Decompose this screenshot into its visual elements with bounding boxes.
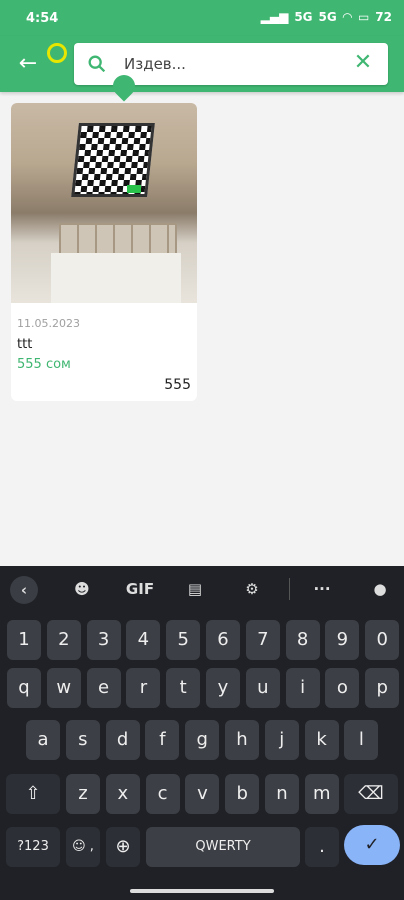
- key-3[interactable]: 3: [86, 620, 121, 660]
- key-n[interactable]: n: [265, 774, 299, 814]
- backspace-key[interactable]: ⌫: [344, 774, 398, 814]
- key-u[interactable]: u: [245, 668, 280, 708]
- gear-icon[interactable]: ⚙: [238, 576, 266, 602]
- network-label-1: 5G: [294, 10, 313, 24]
- wifi-icon: ◠: [342, 10, 352, 24]
- network-label-2: 5G: [318, 10, 337, 24]
- key-7[interactable]: 7: [245, 620, 280, 660]
- key-x[interactable]: x: [105, 774, 140, 814]
- microphone-icon[interactable]: ●: [366, 576, 394, 602]
- key-w[interactable]: w: [46, 668, 81, 708]
- key-g[interactable]: g: [185, 720, 220, 760]
- touch-indicator: [47, 43, 67, 63]
- key-a[interactable]: a: [26, 720, 60, 760]
- status-icons: ▂▄▆ 5G 5G ◠ ▭ 72: [261, 10, 392, 24]
- shift-key[interactable]: ⇧: [6, 774, 60, 814]
- clipboard-icon[interactable]: ▤: [181, 576, 209, 602]
- key-4[interactable]: 4: [126, 620, 161, 660]
- key-o[interactable]: o: [325, 668, 360, 708]
- search-icon: [88, 55, 106, 73]
- keyboard-toolbar: ‹ ☻ GIF ▤ ⚙ ··· ●: [0, 566, 404, 612]
- chevron-left-icon[interactable]: ‹: [10, 576, 38, 604]
- listing-date: 11.05.2023: [17, 317, 80, 330]
- listing-price: 555 сом: [17, 357, 71, 372]
- back-arrow-icon[interactable]: ←: [12, 48, 44, 80]
- toolbar-divider: [289, 578, 290, 600]
- key-h[interactable]: h: [225, 720, 259, 760]
- key-c[interactable]: c: [145, 774, 180, 814]
- key-d[interactable]: d: [105, 720, 140, 760]
- listing-title: ttt: [17, 337, 33, 352]
- globe-key[interactable]: ⊕: [106, 827, 140, 867]
- key-l[interactable]: l: [344, 720, 379, 760]
- sticker-icon[interactable]: ☻: [68, 576, 96, 602]
- status-time: 4:54: [26, 11, 59, 26]
- key-j[interactable]: j: [264, 720, 299, 760]
- signal-icon: ▂▄▆: [260, 10, 289, 24]
- key-e[interactable]: e: [86, 668, 121, 708]
- key-m[interactable]: m: [304, 774, 339, 814]
- key-0[interactable]: 0: [365, 620, 400, 660]
- battery-level: 72: [375, 10, 392, 24]
- key-1[interactable]: 1: [7, 620, 41, 660]
- enter-key[interactable]: ✓: [344, 825, 400, 865]
- listing-card[interactable]: 11.05.2023 ttt 555 сом 555: [11, 103, 197, 401]
- key-9[interactable]: 9: [325, 620, 360, 660]
- window-glass: [51, 253, 181, 303]
- key-f[interactable]: f: [145, 720, 180, 760]
- period-key[interactable]: .: [305, 827, 339, 867]
- key-8[interactable]: 8: [285, 620, 320, 660]
- ceiling-light: [127, 185, 141, 193]
- battery-icon: ▭: [357, 10, 370, 24]
- key-v[interactable]: v: [185, 774, 220, 814]
- listing-number: 555: [164, 377, 191, 393]
- key-z[interactable]: z: [66, 774, 100, 814]
- key-5[interactable]: 5: [166, 620, 201, 660]
- keyboard: ‹ ☻ GIF ▤ ⚙ ··· ● 1234567890 qwertyuiop as…: [0, 566, 404, 900]
- listing-photo: [11, 103, 197, 303]
- key-q[interactable]: q: [7, 668, 41, 708]
- window-frame: [59, 223, 177, 257]
- more-icon[interactable]: ···: [308, 576, 336, 602]
- key-r[interactable]: r: [126, 668, 161, 708]
- gesture-bar: [130, 889, 274, 893]
- key-s[interactable]: s: [65, 720, 100, 760]
- gif-button[interactable]: GIF: [124, 576, 156, 602]
- key-6[interactable]: 6: [206, 620, 240, 660]
- comma-key[interactable]: ☺ ,: [66, 827, 100, 867]
- key-k[interactable]: k: [304, 720, 339, 760]
- search-input[interactable]: [124, 53, 344, 75]
- key-2[interactable]: 2: [46, 620, 81, 660]
- close-icon[interactable]: ✕: [352, 52, 374, 74]
- key-p[interactable]: p: [365, 668, 400, 708]
- ceiling-panel: [71, 123, 155, 197]
- key-t[interactable]: t: [166, 668, 201, 708]
- symbols-key[interactable]: ?123: [6, 827, 60, 867]
- key-b[interactable]: b: [225, 774, 260, 814]
- key-i[interactable]: i: [285, 668, 320, 708]
- space-key[interactable]: QWERTY: [146, 827, 300, 867]
- status-bar: 4:54 ▂▄▆ 5G 5G ◠ ▭ 72: [0, 0, 404, 36]
- key-y[interactable]: y: [206, 668, 240, 708]
